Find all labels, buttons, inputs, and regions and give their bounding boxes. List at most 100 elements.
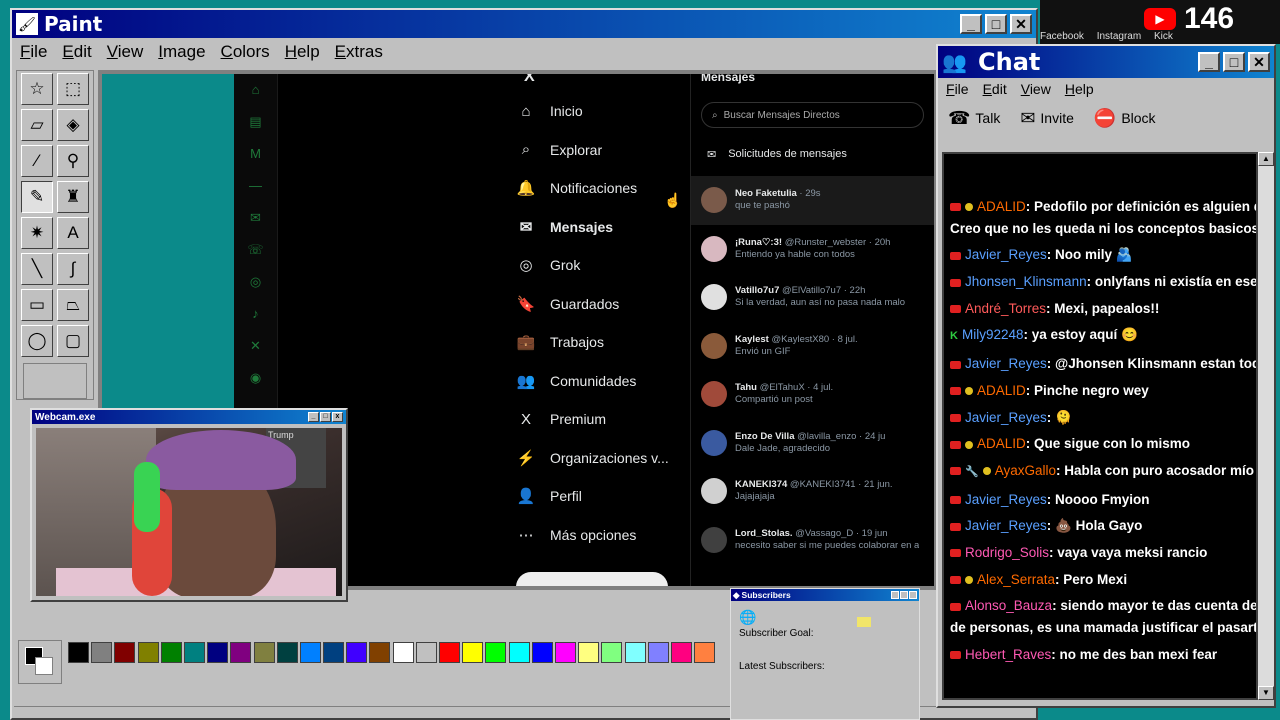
rounded-rect-icon[interactable]: ▢ <box>57 325 89 357</box>
free-select-icon[interactable]: ☆ <box>21 73 53 105</box>
palette-swatch[interactable] <box>91 642 113 663</box>
close-button[interactable]: x <box>332 412 343 422</box>
palette-swatch[interactable] <box>323 642 345 663</box>
chat-username[interactable]: André_Torres <box>965 301 1046 316</box>
chat-username[interactable]: Javier_Reyes <box>965 356 1047 371</box>
invite-button[interactable]: ✉ Invite <box>1020 108 1074 129</box>
nav-item-inicio[interactable]: ⌂ Inicio <box>514 92 694 131</box>
menu-view[interactable]: View <box>107 42 144 62</box>
palette-swatch[interactable] <box>601 642 623 663</box>
nav-item-premium[interactable]: X Premium <box>514 400 694 439</box>
palette-swatch[interactable] <box>369 642 391 663</box>
menu-edit[interactable]: Edit <box>62 42 91 62</box>
nav-item-explorar[interactable]: ⌕ Explorar <box>514 131 694 170</box>
chat-username[interactable]: Javier_Reyes <box>965 492 1047 507</box>
chat-username[interactable]: Rodrigo_Solis <box>965 545 1049 560</box>
nav-item-organizaciones[interactable]: ⚡ Organizaciones v... <box>514 439 694 478</box>
minimize-button[interactable]: _ <box>960 14 982 34</box>
chat-username[interactable]: Javier_Reyes <box>965 247 1047 262</box>
scroll-down-button[interactable]: ▼ <box>1258 686 1274 700</box>
text-icon[interactable]: A <box>57 217 89 249</box>
palette-swatch[interactable] <box>694 642 716 663</box>
palette-swatch[interactable] <box>207 642 229 663</box>
chat-username[interactable]: AyaxGallo <box>995 463 1056 478</box>
minimize-button[interactable]: _ <box>308 412 319 422</box>
dm-conversation[interactable]: Tahu @ElTahuX · 4 jul. Compartió un post <box>691 370 934 419</box>
line-icon[interactable]: ╲ <box>21 253 53 285</box>
dm-conversation[interactable]: Kaylest @KaylestX80 · 8 jul. Envió un GIF <box>691 322 934 371</box>
nav-item-trabajos[interactable]: 💼 Trabajos <box>514 323 694 362</box>
close-button[interactable]: ✕ <box>1248 52 1270 72</box>
maximize-button[interactable]: □ <box>1223 52 1245 72</box>
palette-swatch[interactable] <box>624 642 646 663</box>
chat-username[interactable]: Jhonsen_Klinsmann <box>965 274 1087 289</box>
magnifier-icon[interactable]: ⚲ <box>57 145 89 177</box>
close-button[interactable]: ✕ <box>1010 14 1032 34</box>
chat-menu-view[interactable]: View <box>1021 81 1051 97</box>
nav-item-mensajes[interactable]: ✉ Mensajes <box>514 208 694 247</box>
chat-username[interactable]: Mily92248 <box>962 327 1024 342</box>
minimize-button[interactable] <box>891 591 899 599</box>
chat-username[interactable]: ADALID <box>977 383 1026 398</box>
pencil-icon[interactable]: ✎ <box>21 181 53 213</box>
maximize-button[interactable]: □ <box>320 412 331 422</box>
rectangle-icon[interactable]: ▭ <box>21 289 53 321</box>
menu-image[interactable]: Image <box>158 42 205 62</box>
dm-search-input[interactable]: ⌕ Buscar Mensajes Directos <box>701 102 924 128</box>
nav-item-guardados[interactable]: 🔖 Guardados <box>514 285 694 324</box>
webcam-titlebar[interactable]: Webcam.exe _ □ x <box>32 410 346 424</box>
menu-colors[interactable]: Colors <box>221 42 270 62</box>
palette-swatch[interactable] <box>253 642 275 663</box>
chat-username[interactable]: Alonso_Bauza <box>965 598 1052 613</box>
dm-conversation[interactable]: Lord_Stolas. @Vassago_D · 19 jun necesito… <box>691 516 934 565</box>
subscribers-titlebar[interactable]: ◆ Subscribers <box>731 589 919 601</box>
color-picker-icon[interactable]: ⁄ <box>21 145 53 177</box>
maximize-button[interactable]: □ <box>985 14 1007 34</box>
dm-conversation[interactable]: Enzo De Villa @lavilla_enzo · 24 ju Dale … <box>691 419 934 468</box>
minimize-button[interactable]: _ <box>1198 52 1220 72</box>
palette-swatch[interactable] <box>508 642 530 663</box>
dm-conversation[interactable]: ¡Runa♡:3! @Runster_webster · 20h Entiendo… <box>691 225 934 274</box>
message-requests[interactable]: ✉ Solicitudes de mensajes <box>691 132 934 176</box>
palette-swatch[interactable] <box>68 642 89 663</box>
eraser-icon[interactable]: ▱ <box>21 109 53 141</box>
chat-username[interactable]: Alex_Serrata <box>977 572 1055 587</box>
rect-select-icon[interactable]: ⬚ <box>57 73 89 105</box>
brush-icon[interactable]: ♜ <box>57 181 89 213</box>
palette-swatch[interactable] <box>114 642 136 663</box>
palette-swatch[interactable] <box>531 642 553 663</box>
nav-item-perfil[interactable]: 👤 Perfil <box>514 477 694 516</box>
close-button[interactable] <box>909 591 917 599</box>
post-button[interactable] <box>516 572 668 586</box>
maximize-button[interactable] <box>900 591 908 599</box>
palette-swatch[interactable] <box>647 642 669 663</box>
chat-username[interactable]: Hebert_Raves <box>965 647 1051 662</box>
menu-help[interactable]: Help <box>285 42 320 62</box>
palette-swatch[interactable] <box>183 642 205 663</box>
palette-swatch[interactable] <box>346 642 368 663</box>
chat-scrollbar[interactable]: ▲ ▼ <box>1258 152 1274 700</box>
menu-file[interactable]: File <box>20 42 47 62</box>
chat-username[interactable]: Javier_Reyes <box>965 410 1047 425</box>
palette-swatch[interactable] <box>230 642 252 663</box>
nav-item-grok[interactable]: ◎ Grok <box>514 246 694 285</box>
chat-username[interactable]: ADALID <box>977 436 1026 451</box>
palette-swatch[interactable] <box>137 642 159 663</box>
chat-menu-file[interactable]: File <box>946 81 969 97</box>
chat-username[interactable]: Javier_Reyes <box>965 518 1047 533</box>
scroll-up-button[interactable]: ▲ <box>1258 152 1274 166</box>
menu-extras[interactable]: Extras <box>335 42 383 62</box>
polygon-icon[interactable]: ⏢ <box>57 289 89 321</box>
dm-conversation[interactable]: KANEKI374 @KANEKI3741 · 21 jun. Jajajajaj… <box>691 467 934 516</box>
palette-swatch[interactable] <box>554 642 576 663</box>
palette-swatch[interactable] <box>578 642 600 663</box>
chat-username[interactable]: ADALID <box>977 199 1026 214</box>
palette-swatch[interactable] <box>299 642 321 663</box>
chat-menu-edit[interactable]: Edit <box>983 81 1007 97</box>
nav-item-comunidades[interactable]: 👥 Comunidades <box>514 362 694 401</box>
dm-conversation[interactable]: Neo Faketulia · 29s que te pashó <box>691 176 934 225</box>
palette-swatch[interactable] <box>485 642 507 663</box>
chat-titlebar[interactable]: 👥 Chat _ □ ✕ <box>938 46 1274 78</box>
dm-conversation[interactable]: Vatillo7u7 @ElVatillo7u7 · 22h Si la verd… <box>691 273 934 322</box>
chat-menu-help[interactable]: Help <box>1065 81 1094 97</box>
